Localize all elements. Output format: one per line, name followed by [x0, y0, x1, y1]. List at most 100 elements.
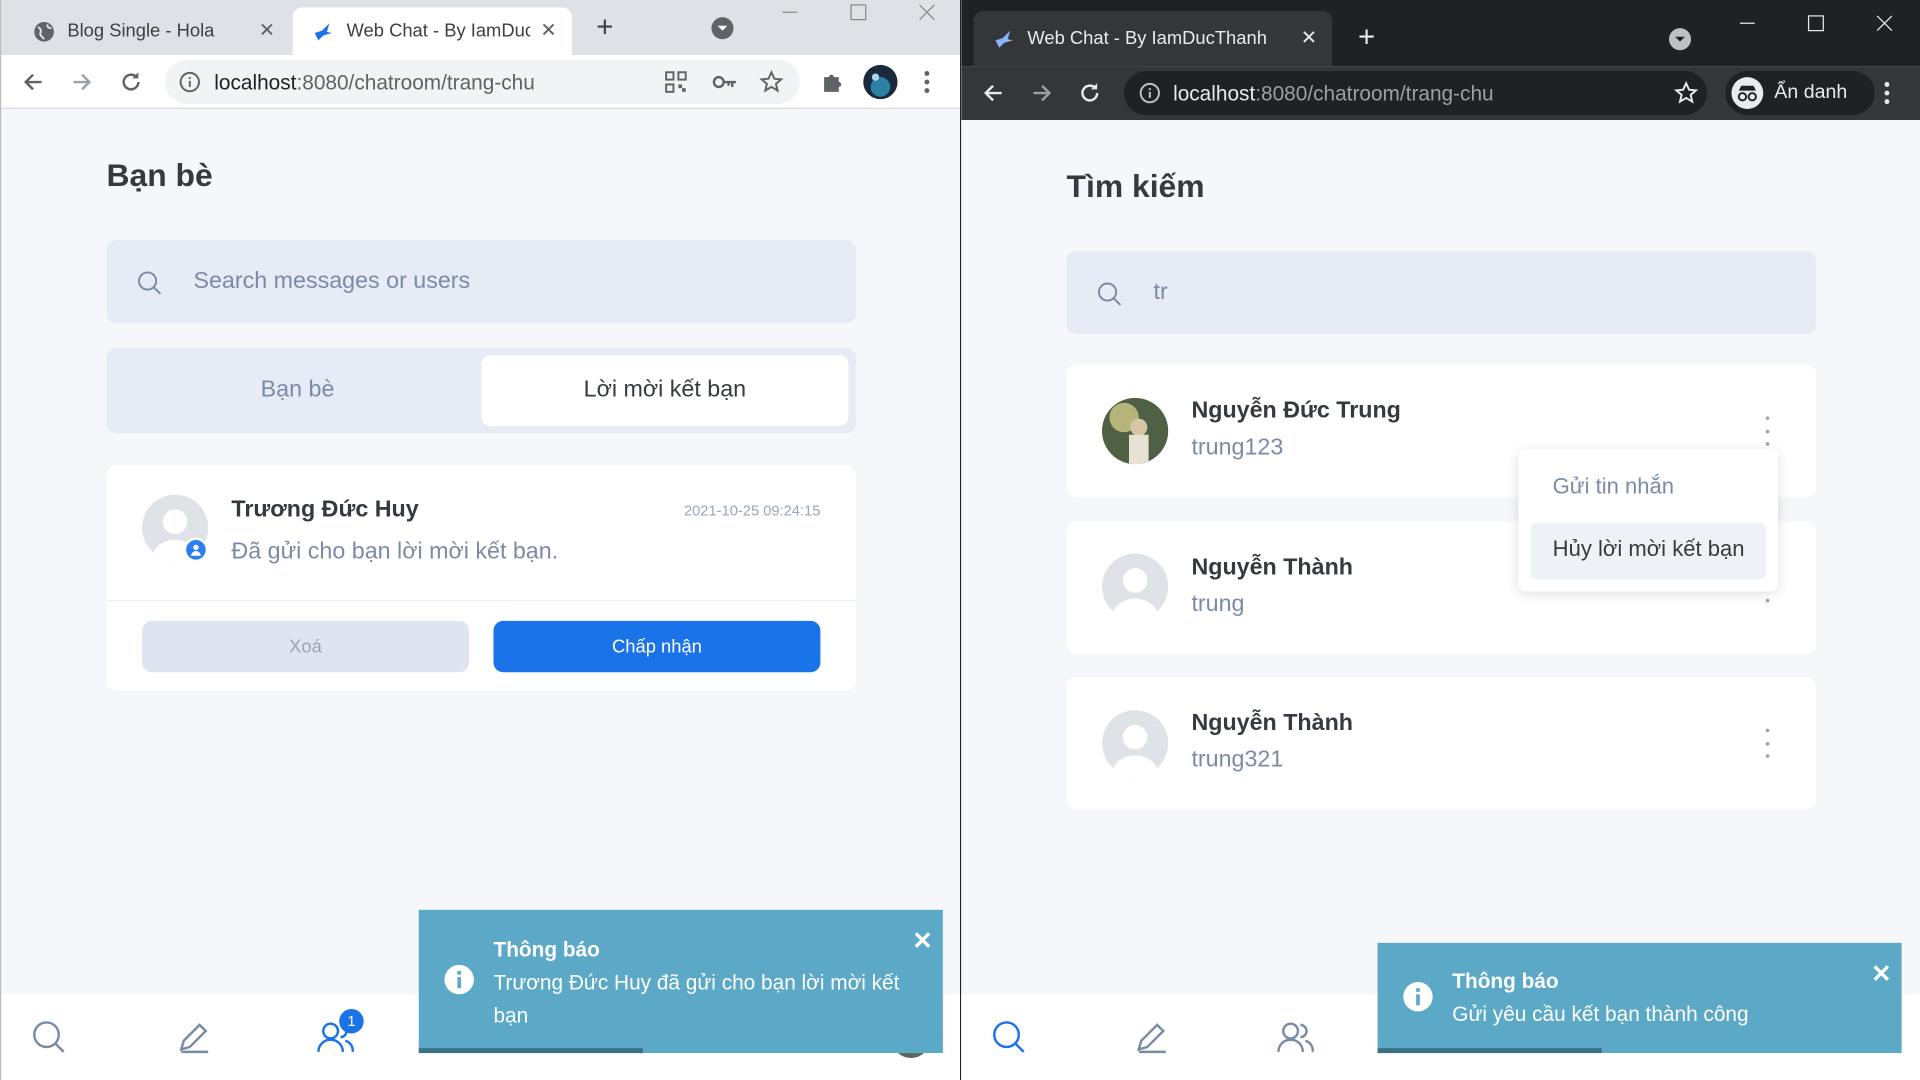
- more-options-icon[interactable]: [1763, 416, 1770, 446]
- menu-kebab-icon[interactable]: [1877, 78, 1897, 107]
- left-browser-window: Blog Single - Hola ✕ Web Chat - By IamDu…: [0, 0, 961, 1080]
- close-window-icon[interactable]: [1870, 10, 1899, 37]
- result-username: trung123: [1191, 434, 1284, 461]
- search-input[interactable]: Search messages or users: [106, 240, 856, 324]
- tab-friend-requests[interactable]: Lời mời kết bạn: [481, 355, 849, 427]
- friends-count-badge: 1: [339, 1008, 364, 1034]
- minimize-icon[interactable]: [1733, 10, 1762, 37]
- menu-send-message[interactable]: Gửi tin nhắn: [1553, 474, 1674, 500]
- minimize-icon[interactable]: [775, 0, 804, 24]
- url-path: :8080/chatroom/trang-chu: [1255, 82, 1494, 106]
- right-browser-window: Web Chat - By IamDucThanh ✕ + localhost:…: [961, 0, 1920, 1080]
- maximize-icon[interactable]: [844, 0, 873, 24]
- more-options-icon[interactable]: [1763, 728, 1770, 758]
- extensions-icon[interactable]: [817, 67, 846, 96]
- nav-edit-icon[interactable]: [175, 1019, 212, 1056]
- page-title: Bạn bè: [106, 156, 213, 194]
- profile-avatar[interactable]: [863, 64, 898, 100]
- url-host: localhost: [1173, 82, 1256, 106]
- close-toast-icon[interactable]: ✕: [1871, 959, 1892, 990]
- divider: [106, 600, 856, 602]
- close-window-icon[interactable]: [912, 0, 941, 24]
- friend-request-card: Trương Đức Huy Đã gửi cho bạn lời mời kế…: [106, 465, 856, 691]
- nav-friends-icon[interactable]: [1277, 1019, 1314, 1056]
- info-icon[interactable]: [178, 70, 202, 94]
- toast-title: Thông báo: [493, 937, 600, 962]
- result-username: trung: [1191, 591, 1245, 618]
- avatar: [1102, 710, 1169, 777]
- search-value: tr: [1153, 279, 1168, 305]
- tab-web-chat[interactable]: Web Chat - By IamDucThanh ✕: [973, 11, 1333, 67]
- request-message: Đã gửi cho bạn lời mời kết bạn.: [231, 538, 559, 565]
- close-tab-icon[interactable]: ✕: [538, 20, 560, 42]
- search-placeholder: Search messages or users: [193, 268, 471, 294]
- notification-toast: Thông báo Gửi yêu cầu kết bạn thành công…: [1377, 942, 1902, 1054]
- incognito-chip[interactable]: Ẩn danh: [1725, 71, 1875, 116]
- key-icon[interactable]: [711, 69, 738, 96]
- toast-title: Thông báo: [1452, 969, 1559, 994]
- address-bar: localhost:8080/chatroom/trang-chu: [1, 55, 961, 109]
- star-icon[interactable]: [758, 69, 785, 96]
- toast-message: Gửi yêu cầu kết bạn thành công: [1452, 1002, 1749, 1027]
- tab-title: Blog Single - Hola: [67, 20, 215, 42]
- segment-control: Bạn bè Lời mời kết bạn: [106, 347, 856, 434]
- back-icon[interactable]: [978, 78, 1007, 107]
- qr-code-icon[interactable]: [662, 69, 689, 96]
- tab-title: Web Chat - By IamDuc: [346, 20, 531, 42]
- close-tab-icon[interactable]: ✕: [1298, 27, 1320, 49]
- back-icon[interactable]: [18, 67, 47, 96]
- close-tab-icon[interactable]: ✕: [256, 20, 278, 42]
- maximize-icon[interactable]: [1801, 10, 1830, 37]
- bird-logo-icon: [312, 20, 334, 42]
- forward-icon[interactable]: [1027, 78, 1056, 107]
- nav-edit-icon[interactable]: [1133, 1019, 1170, 1056]
- globe-icon: [33, 20, 55, 42]
- dropdown-menu: Gửi tin nhắn Hủy lời mời kết bạn: [1518, 449, 1778, 592]
- toast-progress: [1377, 1048, 1602, 1054]
- result-name: Nguyễn Thành: [1191, 710, 1354, 736]
- reload-icon[interactable]: [1075, 78, 1104, 107]
- tab-friends[interactable]: Bạn bè: [114, 355, 481, 426]
- star-icon[interactable]: [1673, 80, 1700, 107]
- tab-title: Web Chat - By IamDucThanh: [1027, 28, 1267, 49]
- request-time: 2021-10-25 09:24:15: [683, 502, 821, 520]
- url-host: localhost: [214, 71, 297, 95]
- url-field[interactable]: localhost:8080/chatroom/trang-chu: [1124, 71, 1707, 116]
- search-icon: [136, 269, 163, 296]
- result-name: Nguyễn Thành: [1191, 554, 1354, 581]
- nav-search-icon[interactable]: [31, 1019, 68, 1056]
- info-icon[interactable]: [1138, 81, 1162, 105]
- menu-kebab-icon[interactable]: [917, 67, 937, 96]
- info-circle-icon: [443, 964, 475, 996]
- search-icon: [1096, 280, 1123, 307]
- nav-search-icon[interactable]: [991, 1019, 1028, 1056]
- accept-button[interactable]: Chấp nhận: [493, 620, 821, 673]
- search-input[interactable]: tr: [1066, 251, 1816, 335]
- close-toast-icon[interactable]: ✕: [912, 926, 933, 957]
- tab-search-icon[interactable]: [709, 15, 736, 42]
- avatar: [1102, 553, 1169, 620]
- menu-cancel-request[interactable]: Hủy lời mời kết bạn: [1553, 536, 1745, 562]
- notification-toast: Thông báo Trương Đức Huy đã gửi cho bạn …: [418, 909, 943, 1054]
- tab-strip: Blog Single - Hola ✕ Web Chat - By IamDu…: [1, 0, 961, 56]
- avatar-photo: [1102, 397, 1169, 465]
- url-field[interactable]: localhost:8080/chatroom/trang-chu: [165, 60, 800, 105]
- bird-logo-icon: [993, 28, 1015, 50]
- incognito-icon: [1731, 77, 1764, 109]
- user-badge-icon: [183, 537, 209, 563]
- reload-icon[interactable]: [116, 67, 145, 96]
- requester-name: Trương Đức Huy: [231, 497, 419, 523]
- new-tab-icon[interactable]: +: [1351, 21, 1383, 54]
- forward-icon[interactable]: [67, 67, 96, 96]
- result-username: trung321: [1191, 746, 1284, 773]
- tab-web-chat[interactable]: Web Chat - By IamDuc ✕: [292, 7, 572, 56]
- tab-blog-single[interactable]: Blog Single - Hola ✕: [11, 7, 290, 55]
- delete-button[interactable]: Xoá: [142, 620, 469, 673]
- page-title: Tìm kiếm: [1066, 167, 1205, 205]
- tab-search-icon[interactable]: [1667, 26, 1694, 53]
- address-bar-dark: localhost:8080/chatroom/trang-chu Ẩn dan…: [961, 66, 1920, 121]
- search-result-item[interactable]: Nguyễn Thành trung321: [1066, 677, 1816, 810]
- toast-message: Trương Đức Huy đã gửi cho bạn lời mời kế…: [493, 971, 900, 1028]
- new-tab-icon[interactable]: +: [589, 11, 621, 44]
- info-circle-icon: [1402, 981, 1434, 1013]
